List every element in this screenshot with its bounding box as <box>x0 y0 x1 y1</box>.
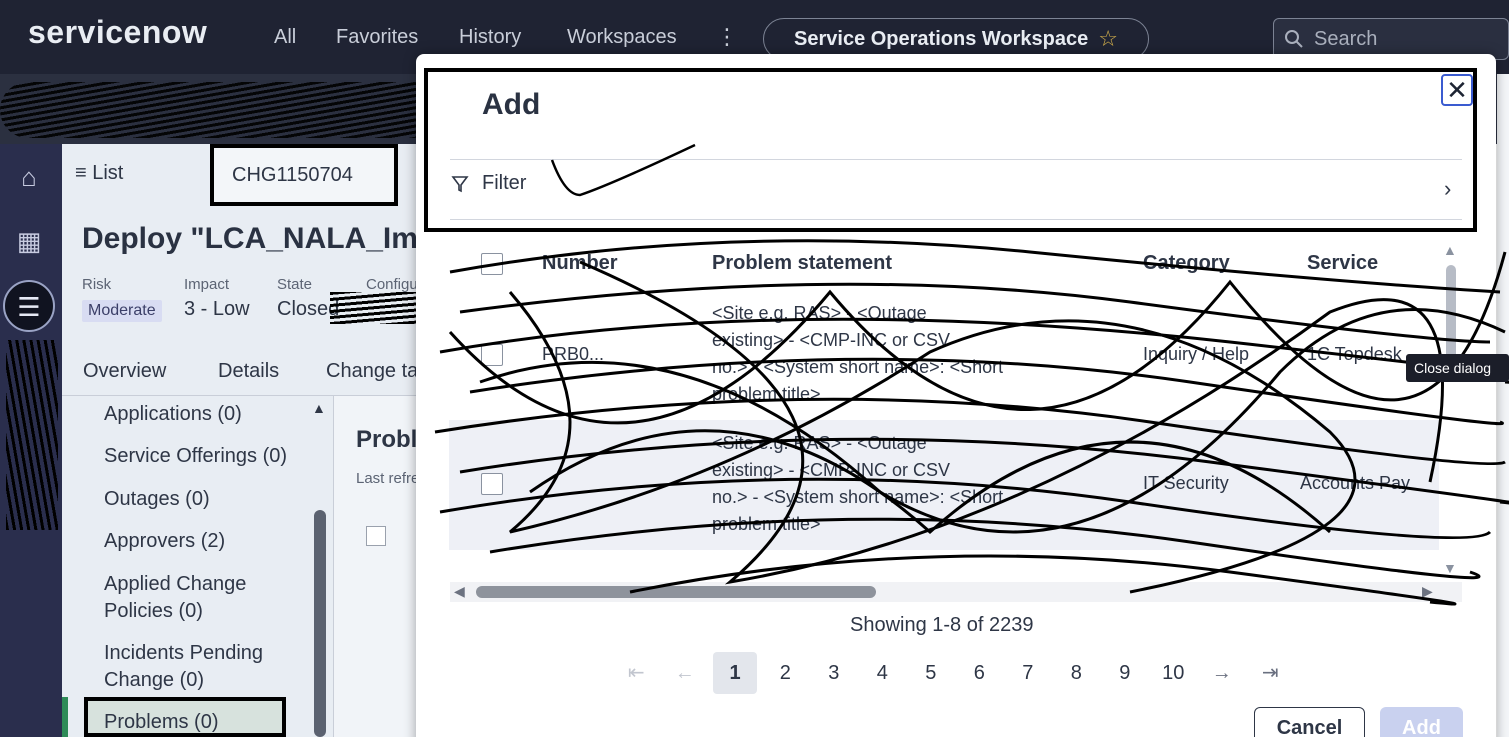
meta-risk-label: Risk <box>82 276 112 293</box>
servicenow-logo[interactable]: servicenow <box>28 14 207 51</box>
record-title: Deploy "LCA_NALA_Imp <box>82 222 437 255</box>
filter-funnel-icon <box>451 175 469 192</box>
meta-impact-value: 3 - Low <box>184 298 250 320</box>
tab-details[interactable]: Details <box>218 360 279 383</box>
statement-line: existing> - <CMP-INC or CSV <box>712 460 951 480</box>
page-button[interactable]: 9 <box>1101 652 1150 694</box>
redaction-scribble <box>0 82 440 138</box>
page-button-current[interactable]: 1 <box>713 652 757 694</box>
page-button[interactable]: 8 <box>1052 652 1101 694</box>
scroll-up-icon[interactable]: ▲ <box>1443 242 1457 258</box>
problems-panel-title: Probl <box>356 426 418 453</box>
search-icon <box>1285 30 1303 48</box>
horizontal-scrollbar-thumb[interactable] <box>476 586 876 598</box>
home-icon[interactable]: ⌂ <box>12 160 46 194</box>
close-dialog-button[interactable]: ✕ <box>1441 74 1473 106</box>
next-page-icon[interactable]: → <box>1198 652 1247 694</box>
select-all-rows-checkbox[interactable] <box>481 253 503 275</box>
related-item-outages[interactable]: Outages (0) <box>104 486 210 513</box>
filter-row[interactable]: Filter <box>450 172 526 195</box>
column-header-category[interactable]: Category <box>1143 252 1230 275</box>
meta-state-label: State <box>277 276 313 293</box>
nav-workspaces[interactable]: Workspaces <box>567 26 677 49</box>
pagination-summary: Showing 1-8 of 2239 <box>850 614 1034 636</box>
page-button[interactable]: 4 <box>858 652 907 694</box>
row-service: Accounts Pay <box>1300 473 1411 493</box>
tab-change-tasks[interactable]: Change ta <box>326 360 418 383</box>
page-button[interactable]: 2 <box>761 652 810 694</box>
scroll-down-icon[interactable]: ▼ <box>1443 560 1457 576</box>
previous-page-icon[interactable]: ← <box>661 652 710 694</box>
redaction-scribble <box>6 340 58 530</box>
row-category: Inquiry / Help <box>1143 344 1250 364</box>
related-item-applications[interactable]: Applications (0) <box>104 401 242 428</box>
list-lines-icon: ≡ <box>75 162 93 184</box>
list-icon[interactable]: ☰ <box>12 290 46 324</box>
column-header-problem-statement[interactable]: Problem statement <box>712 252 892 275</box>
statement-line: <Site e.g. RAS> - <Outage <box>712 433 927 453</box>
select-all-checkbox[interactable] <box>366 526 386 546</box>
page-button[interactable]: 3 <box>810 652 859 694</box>
nav-all[interactable]: All <box>274 26 296 49</box>
row-problem-statement: <Site e.g. RAS> - <Outage existing> - <C… <box>712 300 1112 408</box>
add-button[interactable]: Add <box>1380 707 1463 737</box>
risk-badge: Moderate <box>82 300 162 322</box>
last-page-icon[interactable]: ⇥ <box>1246 652 1295 694</box>
annotation-checkmark <box>550 143 696 197</box>
workspace-title: Service Operations Workspace <box>794 27 1089 50</box>
row-checkbox[interactable] <box>481 473 503 495</box>
row-service: 1C Topdesk <box>1307 344 1402 364</box>
active-indicator <box>62 697 68 737</box>
scroll-left-icon[interactable]: ◀ <box>454 583 465 600</box>
close-dialog-tooltip: Close dialog <box>1406 354 1509 382</box>
page-button[interactable]: 6 <box>955 652 1004 694</box>
statement-line: no.> - <System short name>: <Short <box>712 357 1004 377</box>
schedule-icon[interactable]: ▦ <box>12 224 46 258</box>
dialog-title: Add <box>482 88 541 121</box>
more-menu-icon[interactable]: ⋮ <box>716 24 738 50</box>
chevron-right-icon[interactable]: › <box>1444 176 1451 202</box>
related-item-problems[interactable]: Problems (0) <box>104 709 218 736</box>
meta-impact-label: Impact <box>184 276 230 293</box>
page-button[interactable]: 10 <box>1149 652 1198 694</box>
statement-line: problem title> <box>712 514 821 534</box>
related-item-approvers[interactable]: Approvers (2) <box>104 528 225 555</box>
list-label: List <box>92 162 124 184</box>
row-category: IT Security <box>1143 473 1229 493</box>
related-item-service-offerings[interactable]: Service Offerings (0) <box>104 443 287 470</box>
scroll-up-icon[interactable]: ▲ <box>312 400 326 416</box>
record-tab[interactable]: CHG1150704 <box>210 144 398 206</box>
search-placeholder: Search <box>1314 27 1378 50</box>
page-edge <box>1497 74 1509 737</box>
meta-config-label: Configu <box>366 276 418 293</box>
statement-line: existing> - <CMP-INC or CSV <box>712 330 951 350</box>
related-item-incidents-pending-change[interactable]: Incidents Pending Change (0) <box>104 640 294 694</box>
list-button[interactable]: ≡ List <box>75 162 123 185</box>
related-item-applied-change-policies[interactable]: Applied Change Policies (0) <box>104 571 294 625</box>
row-checkbox[interactable] <box>481 344 503 366</box>
nav-history[interactable]: History <box>459 26 521 49</box>
statement-line: <Site e.g. RAS> - <Outage <box>712 303 927 323</box>
statement-line: no.> - <System short name>: <Short <box>712 487 1004 507</box>
column-header-number[interactable]: Number <box>542 252 618 275</box>
last-refreshed-label: Last refre <box>356 470 420 487</box>
divider <box>450 219 1462 220</box>
column-header-service[interactable]: Service <box>1307 252 1378 275</box>
filter-label: Filter <box>482 172 527 194</box>
first-page-icon[interactable]: ⇤ <box>612 652 661 694</box>
favorite-star-icon[interactable]: ☆ <box>1098 26 1118 52</box>
related-scrollbar[interactable] <box>314 510 326 737</box>
page-button[interactable]: 7 <box>1004 652 1053 694</box>
row-problem-statement: <Site e.g. RAS> - <Outage existing> - <C… <box>712 430 1112 538</box>
row-number[interactable]: PRB0... <box>542 341 604 368</box>
pagination: ⇤ ← 1 2 3 4 5 6 7 8 9 10 → ⇥ <box>612 652 1295 694</box>
scroll-right-icon[interactable]: ▶ <box>1422 583 1433 600</box>
statement-line: problem title> <box>712 384 821 404</box>
redaction-scribble <box>330 292 430 324</box>
cancel-button[interactable]: Cancel <box>1254 707 1365 737</box>
tab-overview[interactable]: Overview <box>83 360 166 383</box>
page-button[interactable]: 5 <box>907 652 956 694</box>
nav-favorites[interactable]: Favorites <box>336 26 418 49</box>
